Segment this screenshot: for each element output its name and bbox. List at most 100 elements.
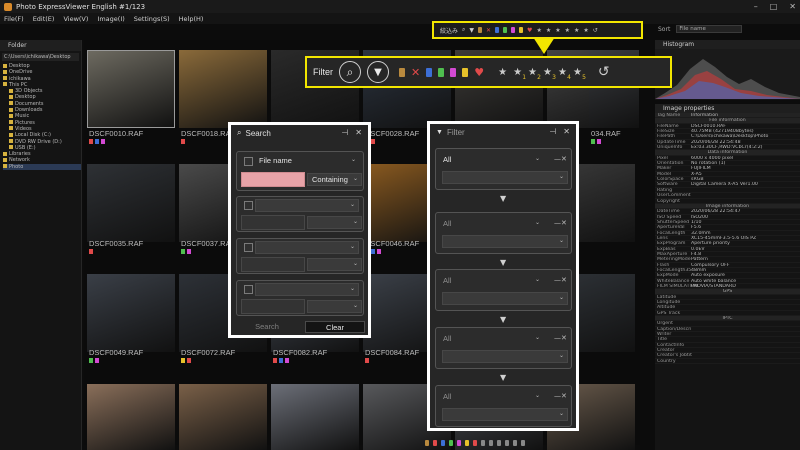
status-filter-icon[interactable] — [457, 440, 461, 446]
remove-condition-icon[interactable]: —✕ — [554, 334, 567, 342]
criteria-4-checkbox[interactable] — [244, 285, 253, 294]
star-3-icon[interactable]: ★ 3 — [543, 67, 556, 81]
reject-icon[interactable]: ✕ — [411, 67, 420, 78]
yellow-flag-icon[interactable] — [519, 27, 524, 33]
thumbnail-image[interactable] — [87, 50, 175, 128]
criteria-3-value-input[interactable] — [241, 257, 305, 272]
maximize-icon[interactable]: □ — [770, 2, 778, 11]
criteria-1-checkbox[interactable] — [244, 157, 253, 166]
match-mode-select[interactable]: Containing ⌄ — [307, 173, 362, 186]
green-flag-icon[interactable] — [503, 27, 508, 33]
undo-icon[interactable]: ↺ — [598, 65, 610, 79]
criteria-3-checkbox[interactable] — [244, 243, 253, 252]
filter-icon[interactable]: ▼ — [469, 27, 474, 34]
thumbnail-image[interactable] — [87, 274, 175, 352]
folder-tree-item[interactable]: Photo — [3, 163, 81, 171]
blue-flag-icon[interactable] — [495, 27, 500, 33]
menu-settings[interactable]: Settings(S) — [134, 15, 170, 23]
criteria-2-mode-select[interactable]: ⌄ — [307, 216, 362, 229]
star-2-icon[interactable]: ★ 2 — [528, 67, 541, 81]
status-filter-icon[interactable] — [505, 440, 509, 446]
menu-view[interactable]: View(V) — [63, 15, 88, 23]
status-filter-icon[interactable] — [497, 440, 501, 446]
star5-icon[interactable]: ★ — [583, 27, 588, 34]
search-icon[interactable]: ⌕ — [339, 61, 361, 83]
filter-field-select[interactable]: All ⌄ — [439, 333, 543, 346]
status-filter-icon[interactable] — [465, 440, 469, 446]
criteria-4-value-input[interactable] — [241, 299, 305, 314]
remove-condition-icon[interactable]: —✕ — [554, 276, 567, 284]
star-5-icon[interactable]: ★ 5 — [573, 67, 586, 81]
clear-button[interactable]: Clear — [305, 321, 365, 333]
undo-icon[interactable]: ↺ — [593, 27, 598, 34]
criteria-2-checkbox[interactable] — [244, 201, 253, 210]
star2-icon[interactable]: ★ — [555, 27, 560, 34]
remove-condition-icon[interactable]: —✕ — [554, 392, 567, 400]
sort-select[interactable]: File name — [676, 25, 743, 33]
filter-field-select[interactable]: All ⌄ — [439, 391, 543, 404]
purple-flag-icon[interactable] — [511, 27, 516, 33]
remove-condition-icon[interactable]: —✕ — [554, 155, 567, 163]
filter-field-select[interactable]: All ⌄ — [439, 275, 543, 288]
purple-flag-icon[interactable] — [450, 67, 457, 77]
filter-value-select[interactable]: ⌄ — [442, 350, 568, 363]
filter-field-select[interactable]: All ⌄ — [439, 218, 543, 231]
star-icon[interactable]: ★ — [498, 67, 507, 78]
filter-icon[interactable]: ▼ — [367, 61, 389, 83]
criteria-3-field-select[interactable]: ⌄ — [255, 241, 359, 254]
reject-icon[interactable]: ✕ — [486, 27, 491, 34]
criteria-3-mode-select[interactable]: ⌄ — [307, 258, 362, 271]
status-filter-icon[interactable] — [449, 440, 453, 446]
status-filter-icon[interactable] — [481, 440, 485, 446]
menu-image[interactable]: Image(I) — [97, 15, 124, 23]
heart-icon[interactable]: ♥ — [527, 27, 532, 34]
star1-icon[interactable]: ★ — [546, 27, 551, 34]
filter-value-select[interactable]: ⌄ — [442, 408, 568, 421]
thumbnail-image[interactable] — [179, 50, 267, 128]
filter-value-select[interactable]: ⌄ — [442, 292, 568, 305]
status-filter-icon[interactable] — [441, 440, 445, 446]
status-filter-icon[interactable] — [473, 440, 477, 446]
star-4-icon[interactable]: ★ 4 — [558, 67, 571, 81]
pin-icon[interactable]: ⊣ — [341, 128, 348, 137]
criteria-4-field-select[interactable]: ⌄ — [255, 283, 359, 296]
thumbnail-image[interactable] — [87, 164, 175, 242]
close-icon[interactable]: ✕ — [789, 2, 796, 11]
green-flag-icon[interactable] — [438, 67, 445, 77]
status-filter-icon[interactable] — [513, 440, 517, 446]
search-icon[interactable]: ⌕ — [462, 26, 465, 34]
search-button[interactable]: Search — [237, 321, 297, 333]
heart-icon[interactable]: ♥ — [474, 67, 484, 78]
criteria-1-field-select[interactable]: File name ⌄ — [255, 155, 359, 168]
remove-condition-icon[interactable]: —✕ — [554, 219, 567, 227]
menu-help[interactable]: Help(H) — [179, 15, 204, 23]
pin-icon[interactable]: ⊣ — [549, 127, 556, 136]
close-icon[interactable]: ✕ — [563, 127, 570, 136]
close-icon[interactable]: ✕ — [355, 128, 362, 137]
tag-icon[interactable] — [399, 67, 405, 77]
thumbnail-image[interactable] — [179, 384, 267, 450]
status-filter-icon[interactable] — [425, 440, 429, 446]
status-filter-icon[interactable] — [433, 440, 437, 446]
star3-icon[interactable]: ★ — [565, 27, 570, 34]
menu-file[interactable]: File(F) — [4, 15, 24, 23]
star4-icon[interactable]: ★ — [574, 27, 579, 34]
minimize-icon[interactable]: – — [754, 2, 758, 11]
filter-value-select[interactable]: ⌄ — [442, 235, 568, 248]
blue-flag-icon[interactable] — [426, 67, 433, 77]
tag-icon[interactable] — [478, 27, 483, 33]
criteria-1-value-input[interactable] — [241, 172, 305, 187]
criteria-2-value-input[interactable] — [241, 215, 305, 230]
status-filter-icon[interactable] — [521, 440, 525, 446]
folder-path-input[interactable]: C:\Users\ichikawa\Desktop — [2, 53, 79, 61]
criteria-4-mode-select[interactable]: ⌄ — [307, 300, 362, 313]
criteria-2-field-select[interactable]: ⌄ — [255, 199, 359, 212]
thumbnail-image[interactable] — [87, 384, 175, 450]
filter-field-select[interactable]: All ⌄ — [439, 154, 543, 167]
star-1-icon[interactable]: ★ 1 — [513, 67, 526, 81]
menu-edit[interactable]: Edit(E) — [33, 15, 55, 23]
filter-value-select[interactable]: ⌄ — [442, 171, 568, 184]
yellow-flag-icon[interactable] — [462, 67, 469, 77]
star-icon[interactable]: ★ — [536, 27, 541, 34]
status-filter-icon[interactable] — [489, 440, 493, 446]
